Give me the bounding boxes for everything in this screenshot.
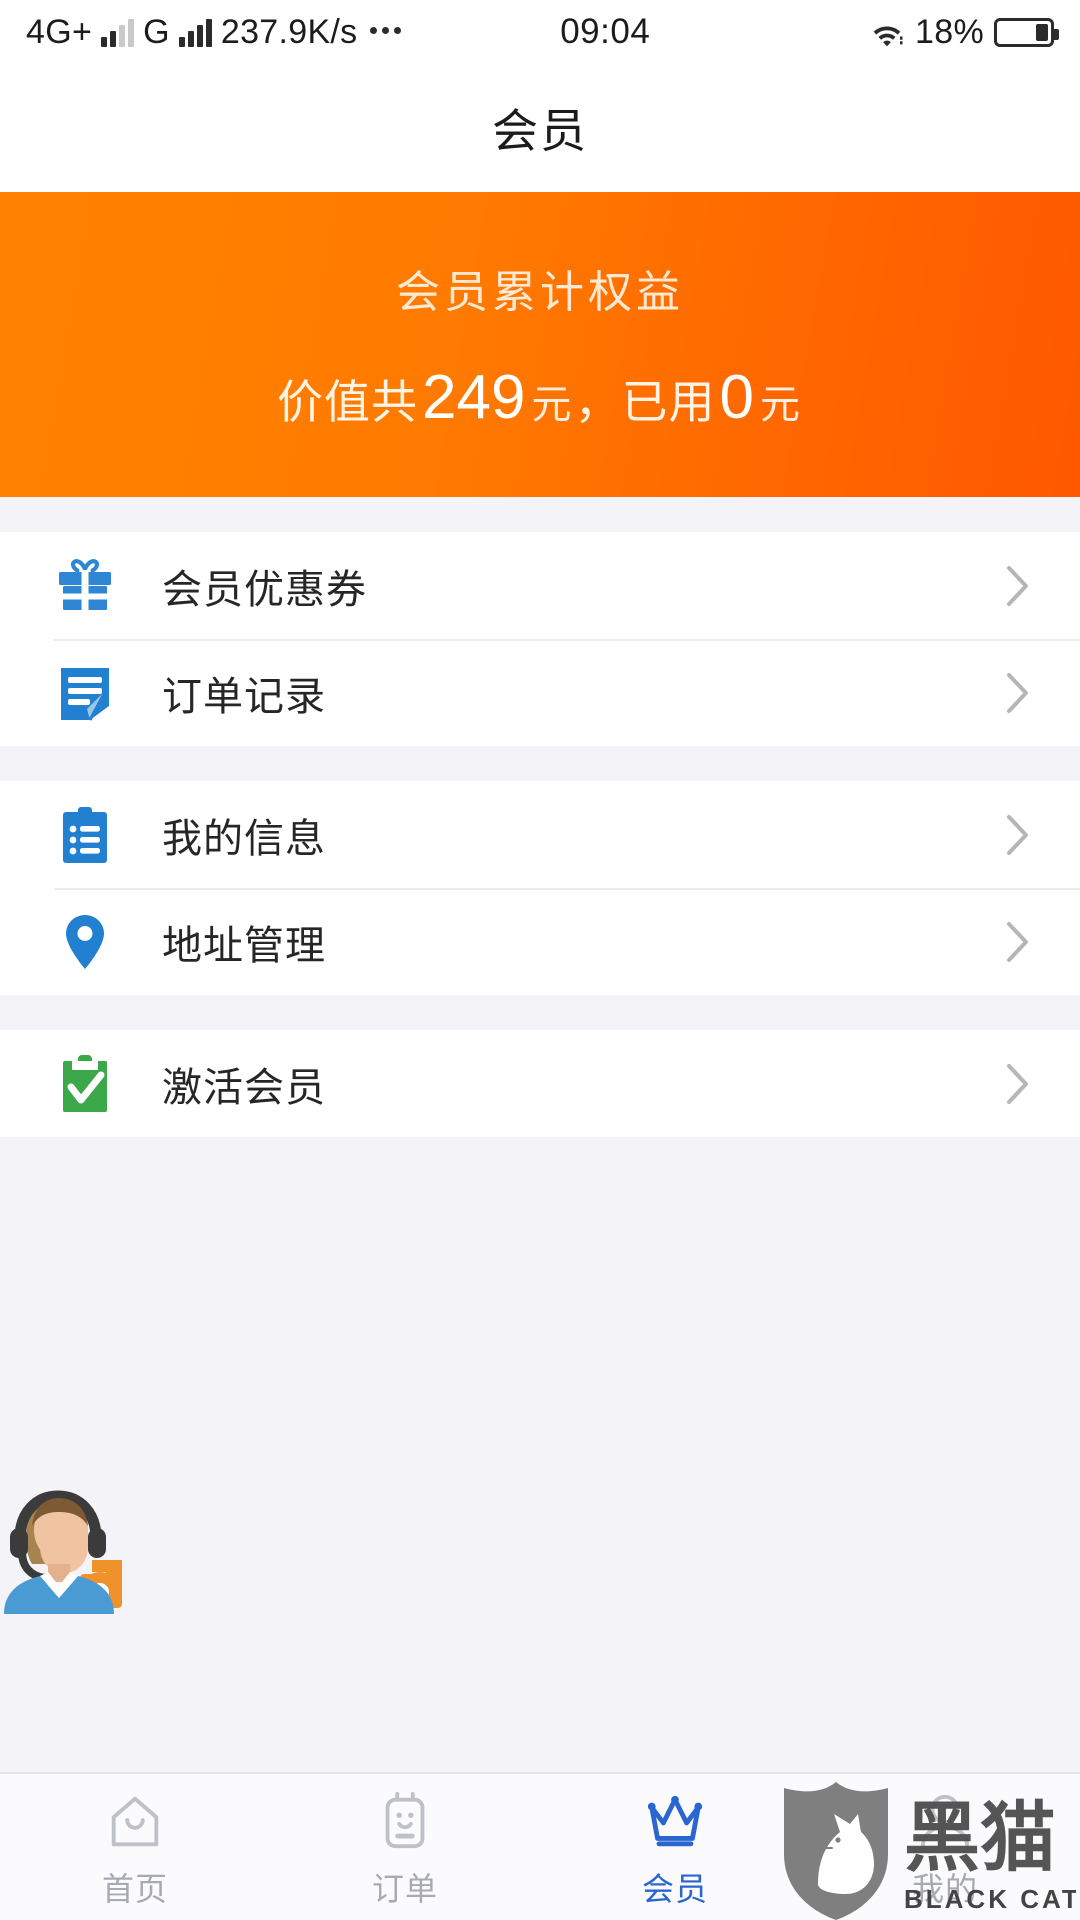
menu-item-label: 会员优惠券 — [162, 567, 367, 612]
clipboard-check-icon — [54, 1053, 116, 1115]
battery-icon — [994, 17, 1059, 47]
group-separator — [0, 497, 1080, 532]
tab-label: 我的 — [911, 1871, 978, 1907]
page-header: 会员 — [0, 64, 1080, 192]
menu-item-label: 激活会员 — [162, 1065, 326, 1110]
tab-member[interactable]: 会员 — [540, 1774, 810, 1920]
home-icon — [104, 1790, 166, 1852]
menu-content: 会员优惠券 订单记录 我的信息 地址管理 激活会员 — [0, 497, 1080, 1772]
tab-label: 订单 — [371, 1871, 438, 1907]
second-network-label: G — [143, 12, 170, 51]
signal-bars-icon — [101, 17, 135, 47]
member-benefits-banner: 会员累计权益 价值共 249 元 ， 已用 0 元 — [0, 192, 1080, 497]
wifi-icon — [869, 18, 905, 47]
banner-total-value: 249 — [422, 363, 526, 432]
banner-amount: 价值共 249 元 ， 已用 0 元 — [277, 362, 803, 433]
clock-label: 09:04 — [560, 12, 651, 51]
network-type-label: 4G+ — [26, 12, 93, 51]
order-clipboard-icon — [374, 1790, 436, 1852]
signal-bars-secondary-icon — [178, 17, 212, 47]
status-bar-center: 09:04 — [401, 12, 869, 52]
tab-label: 会员 — [641, 1871, 708, 1907]
menu-item-label: 我的信息 — [162, 816, 326, 861]
chevron-right-icon — [1006, 1063, 1030, 1105]
customer-service-agent-icon[interactable] — [0, 1482, 126, 1614]
banner-unit-total: 元 — [531, 383, 573, 427]
person-icon — [914, 1790, 976, 1852]
chevron-right-icon — [1006, 814, 1030, 856]
menu-group-1: 会员优惠券 订单记录 — [0, 532, 1080, 746]
bottom-tab-bar: 首页 订单 会员 我的 黑猫 BLACK CAT — [0, 1772, 1080, 1920]
tab-home[interactable]: 首页 — [0, 1774, 270, 1920]
status-bar: 4G+ G 237.9K/s 09:04 18% — [0, 0, 1080, 64]
clipboard-list-icon — [54, 804, 116, 866]
tab-orders[interactable]: 订单 — [270, 1774, 540, 1920]
menu-item-label: 地址管理 — [162, 923, 326, 968]
chevron-right-icon — [1006, 672, 1030, 714]
app-root: 4G+ G 237.9K/s 09:04 18% 会员 会员累计权益 价值共 2… — [0, 0, 1080, 1920]
crown-icon — [644, 1790, 706, 1852]
menu-item-coupons[interactable]: 会员优惠券 — [0, 532, 1080, 639]
banner-used-prefix: 已用 — [621, 376, 716, 428]
menu-group-3: 激活会员 — [0, 1030, 1080, 1137]
banner-value-prefix: 价值共 — [277, 376, 419, 428]
chevron-right-icon — [1006, 565, 1030, 607]
status-bar-right: 18% — [869, 12, 1059, 52]
banner-separator: ， — [574, 376, 622, 428]
battery-percent-label: 18% — [915, 12, 984, 51]
banner-used-value: 0 — [719, 363, 754, 432]
group-separator — [0, 746, 1080, 781]
menu-item-activate-member[interactable]: 激活会员 — [0, 1030, 1080, 1137]
overflow-dots-icon — [370, 26, 402, 34]
banner-unit-used: 元 — [759, 383, 801, 427]
status-bar-left: 4G+ G 237.9K/s — [26, 12, 402, 52]
menu-item-address-management[interactable]: 地址管理 — [0, 888, 1080, 995]
document-edit-icon — [54, 662, 116, 724]
menu-item-my-info[interactable]: 我的信息 — [0, 781, 1080, 888]
menu-item-label: 订单记录 — [162, 674, 326, 719]
location-pin-icon — [54, 911, 116, 973]
tab-mine[interactable]: 我的 — [810, 1774, 1080, 1920]
page-title: 会员 — [492, 105, 588, 157]
menu-group-2: 我的信息 地址管理 — [0, 781, 1080, 995]
tab-label: 首页 — [101, 1871, 168, 1907]
menu-item-order-records[interactable]: 订单记录 — [0, 639, 1080, 746]
network-speed-label: 237.9K/s — [220, 12, 358, 51]
chevron-right-icon — [1006, 921, 1030, 963]
banner-title: 会员累计权益 — [396, 268, 684, 317]
gift-icon — [54, 555, 116, 617]
group-separator — [0, 995, 1080, 1030]
